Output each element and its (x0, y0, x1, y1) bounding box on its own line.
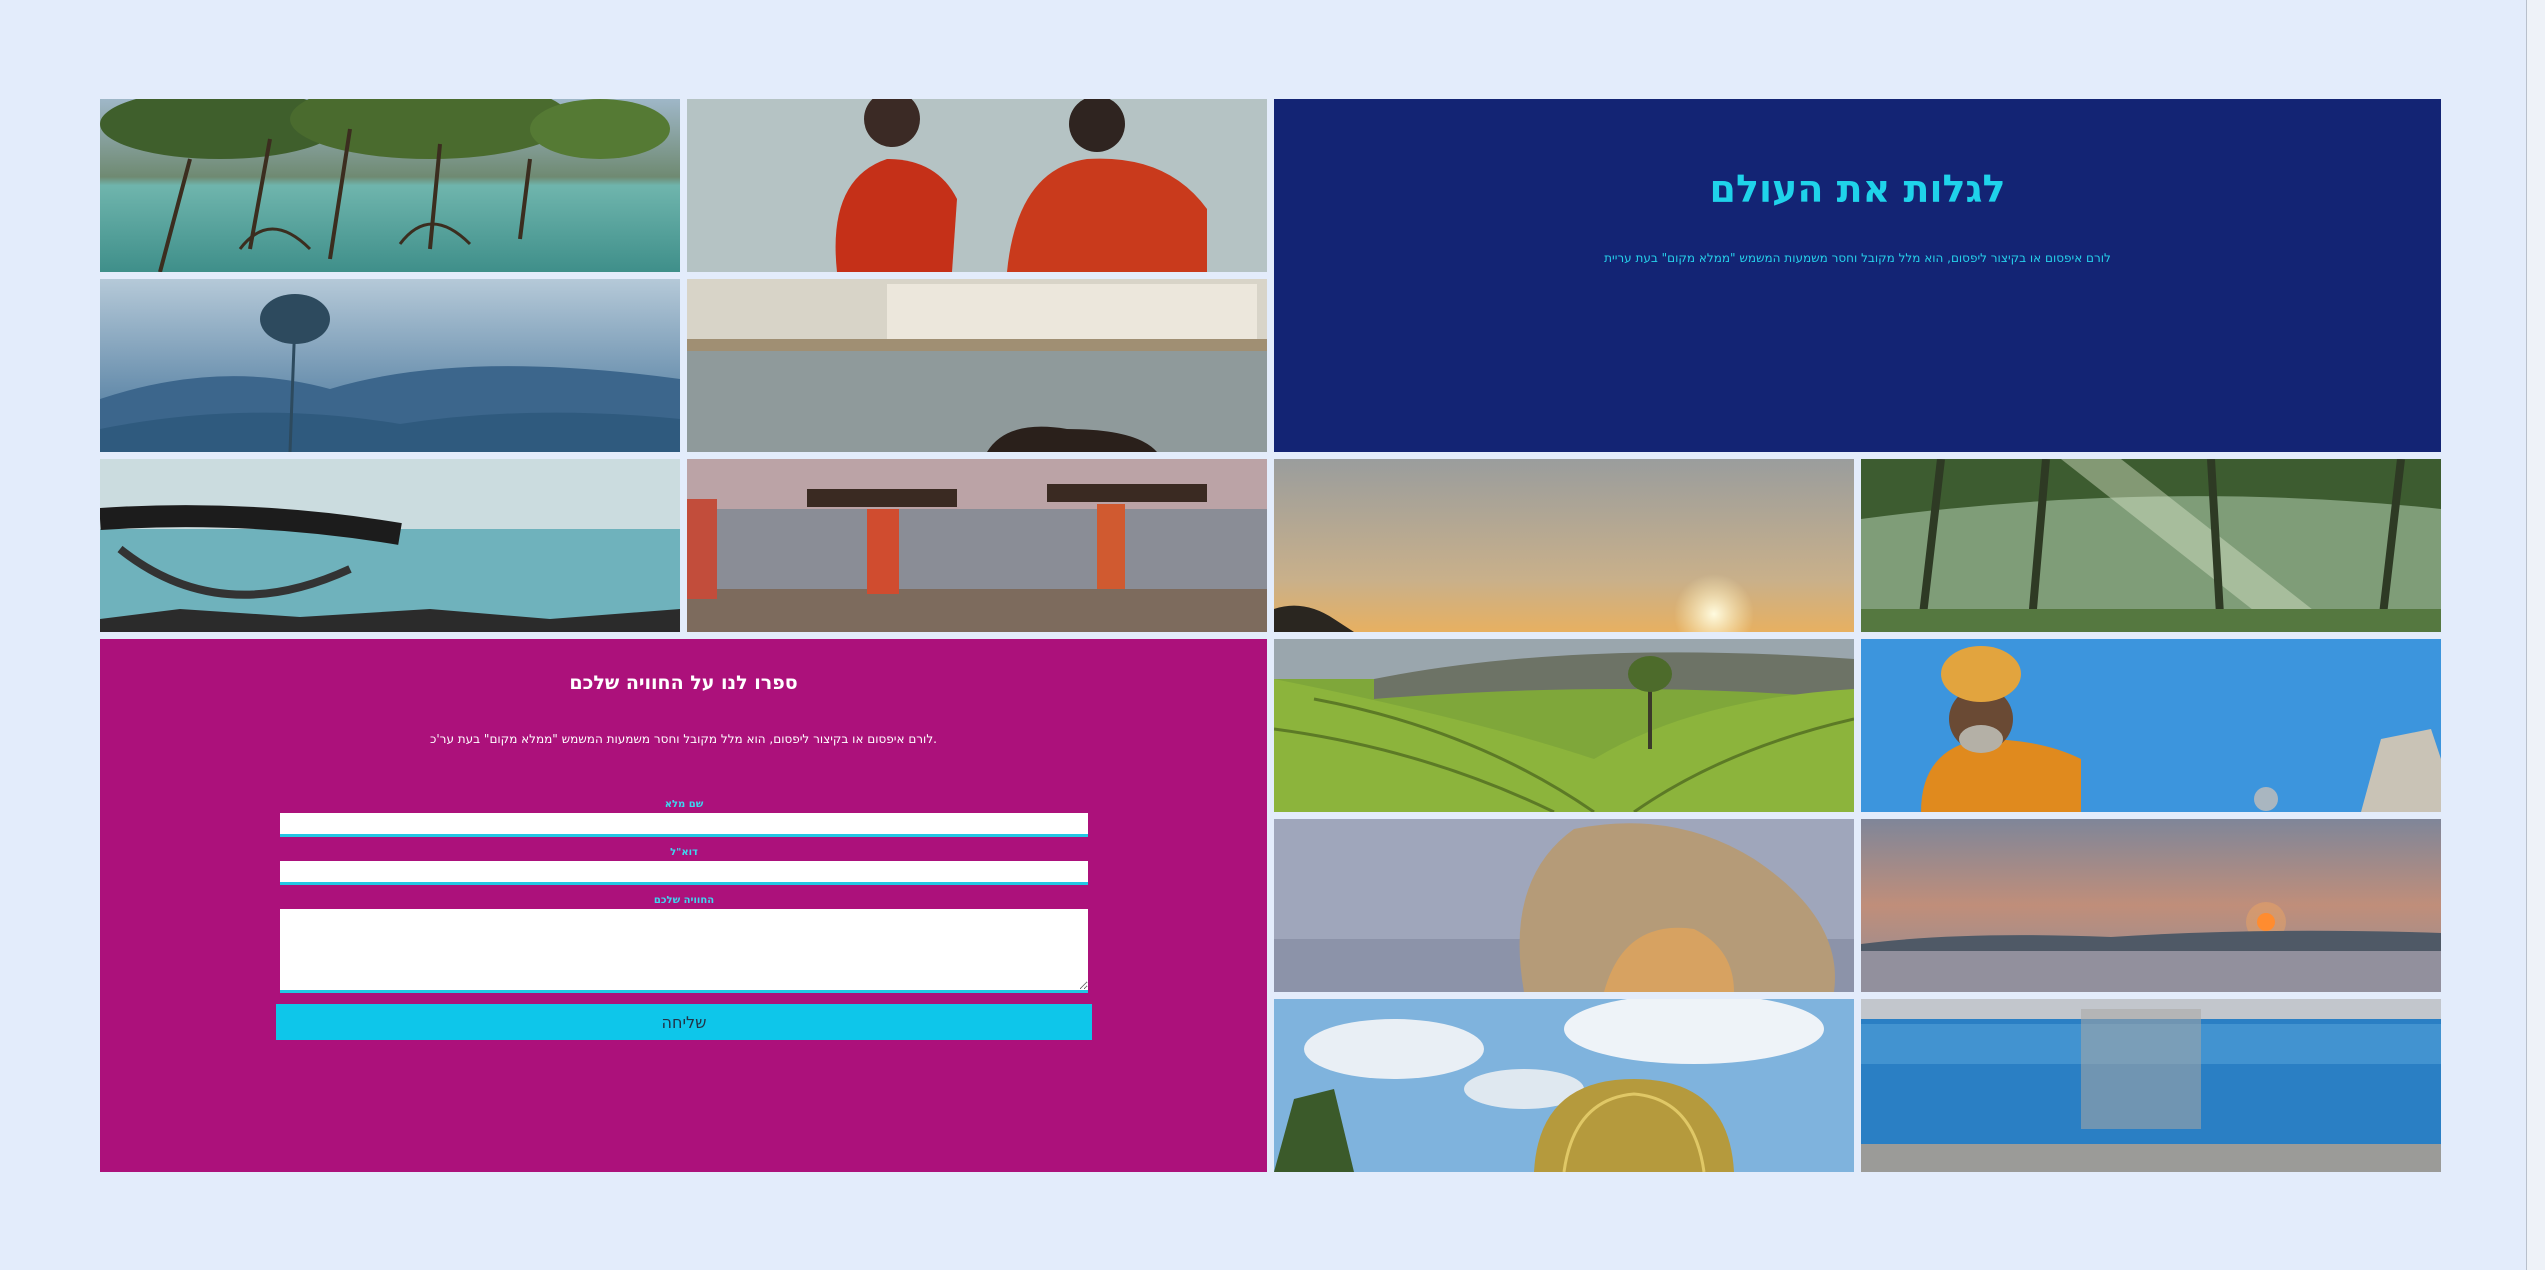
intro-panel: לגלות את העולם לורם איפסום או בקיצור ליפ… (1274, 99, 2441, 452)
tea-plantation-photo (1274, 639, 1854, 812)
email-label: דוא"ל (670, 847, 698, 858)
name-input[interactable] (280, 813, 1088, 837)
scrollbar[interactable] (2526, 0, 2545, 1270)
blue-train-photo (1861, 999, 2441, 1172)
misty-mountains-photo (100, 279, 680, 452)
women-red-saris-photo (687, 99, 1267, 272)
mangroves-photo (100, 99, 680, 272)
name-label: שם מלא (664, 799, 704, 810)
sunset-sea-photo (1861, 819, 2441, 992)
experience-textarea[interactable] (280, 909, 1088, 993)
women-carrying-wood-photo (687, 459, 1267, 632)
submit-button[interactable]: שליחה (276, 1004, 1092, 1040)
feedback-panel: ספרו לנו על החוויה שלכם לורם איפסום או ב… (100, 639, 1267, 1172)
experience-label: החוויה שלכם (653, 895, 715, 906)
sunset-sky-photo (1274, 459, 1854, 632)
golden-dome-photo (1274, 999, 1854, 1172)
monkey-photo (1274, 819, 1854, 992)
hammock-beach-photo (100, 459, 680, 632)
lakeside-town-photo (687, 279, 1267, 452)
feedback-text: לורם איפסום או בקיצור ליפסום, הוא מלל מק… (430, 732, 937, 746)
sadhu-blue-wall-photo (1861, 639, 2441, 812)
gallery-grid: לגלות את העולם לורם איפסום או בקיצור ליפ… (100, 99, 2444, 1172)
intro-text: לורם איפסום או בקיצור ליפסום, הוא מלל מק… (1604, 251, 2111, 265)
email-input[interactable] (280, 861, 1088, 885)
palm-forest-photo (1861, 459, 2441, 632)
feedback-title: ספרו לנו על החוויה שלכם (569, 672, 798, 694)
intro-title: לגלות את העולם (1709, 167, 2006, 211)
feedback-form: שם מלא דוא"ל החוויה שלכם שליחה (276, 799, 1092, 1040)
